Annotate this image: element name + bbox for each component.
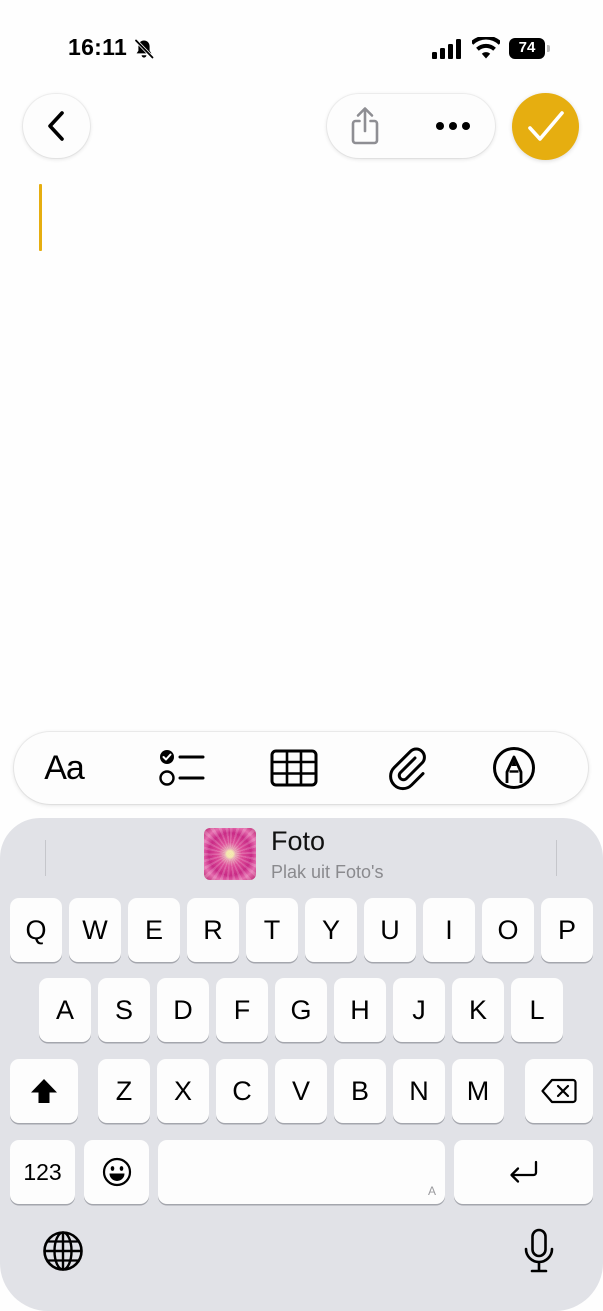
suggestion-title: Foto: [271, 826, 326, 856]
bell-slash-icon: [134, 39, 154, 59]
paperclip-icon: [389, 747, 426, 791]
key-l[interactable]: L: [511, 978, 563, 1042]
key-o[interactable]: O: [482, 898, 534, 962]
shift-icon: [31, 1079, 57, 1103]
note-editor[interactable]: [0, 170, 603, 720]
photo-thumbnail: [204, 828, 256, 880]
note-actions-group: [327, 94, 495, 158]
markup-button[interactable]: [486, 742, 542, 794]
key-s[interactable]: S: [98, 978, 150, 1042]
globe-icon: [43, 1231, 83, 1271]
checkmark-icon: [528, 111, 564, 141]
key-i[interactable]: I: [423, 898, 475, 962]
key-f[interactable]: F: [216, 978, 268, 1042]
checklist-button[interactable]: [154, 742, 210, 794]
key-q[interactable]: Q: [10, 898, 62, 962]
key-g[interactable]: G: [275, 978, 327, 1042]
dictation-button[interactable]: [522, 1228, 556, 1274]
checklist-icon: [159, 750, 205, 786]
battery-cap: [547, 45, 550, 52]
key-p[interactable]: P: [541, 898, 593, 962]
key-d[interactable]: D: [157, 978, 209, 1042]
paste-photo-suggestion[interactable]: Foto Plak uit Foto's: [196, 818, 436, 890]
suggestion-subtitle: Plak uit Foto's: [271, 862, 384, 882]
table-button[interactable]: [266, 742, 322, 794]
text-format-button[interactable]: Aa: [36, 742, 92, 794]
key-n[interactable]: N: [393, 1059, 445, 1123]
key-x[interactable]: X: [157, 1059, 209, 1123]
done-button[interactable]: [512, 93, 579, 160]
keyboard: Foto Plak uit Foto's Q W E R T Y U I O P…: [0, 818, 603, 1311]
key-u[interactable]: U: [364, 898, 416, 962]
return-key[interactable]: [454, 1140, 593, 1204]
key-b[interactable]: B: [334, 1059, 386, 1123]
more-button[interactable]: [431, 106, 475, 146]
shift-key[interactable]: [10, 1059, 78, 1123]
microphone-icon: [524, 1228, 554, 1273]
text-cursor: [39, 184, 42, 251]
share-button[interactable]: [343, 104, 387, 148]
suggestion-divider-left: [45, 840, 46, 876]
delete-key[interactable]: [525, 1059, 593, 1123]
chevron-left-icon: [48, 111, 64, 141]
key-w[interactable]: W: [69, 898, 121, 962]
key-k[interactable]: K: [452, 978, 504, 1042]
return-icon: [509, 1160, 537, 1183]
table-icon: [270, 749, 318, 787]
space-key-hint: A: [427, 1184, 436, 1198]
space-key[interactable]: A: [158, 1140, 445, 1204]
share-icon: [351, 107, 379, 145]
suggestion-divider-right: [556, 840, 557, 876]
suggestion-bar: Foto Plak uit Foto's: [0, 818, 603, 890]
formatting-toolbar: Aa: [14, 732, 588, 804]
key-v[interactable]: V: [275, 1059, 327, 1123]
key-y[interactable]: Y: [305, 898, 357, 962]
battery-percent: 74: [518, 39, 536, 56]
status-bar: 16:11 74: [0, 0, 603, 90]
cellular-signal-icon: [432, 39, 461, 59]
emoji-key[interactable]: [84, 1140, 149, 1204]
key-e[interactable]: E: [128, 898, 180, 962]
pen-tip-circle-icon: [493, 747, 535, 789]
attachment-button[interactable]: [379, 742, 435, 794]
ellipsis-icon: [436, 122, 470, 130]
key-r[interactable]: R: [187, 898, 239, 962]
status-time: 16:11: [68, 34, 128, 60]
wifi-icon: [472, 37, 500, 59]
key-m[interactable]: M: [452, 1059, 504, 1123]
key-z[interactable]: Z: [98, 1059, 150, 1123]
key-j[interactable]: J: [393, 978, 445, 1042]
key-c[interactable]: C: [216, 1059, 268, 1123]
back-button[interactable]: [23, 94, 90, 158]
globe-button[interactable]: [42, 1230, 84, 1272]
key-h[interactable]: H: [334, 978, 386, 1042]
key-t[interactable]: T: [246, 898, 298, 962]
numbers-key[interactable]: 123: [10, 1140, 75, 1204]
battery-indicator: 74: [509, 38, 551, 59]
key-a[interactable]: A: [39, 978, 91, 1042]
emoji-icon: [102, 1157, 131, 1187]
delete-backward-icon: [541, 1078, 577, 1104]
